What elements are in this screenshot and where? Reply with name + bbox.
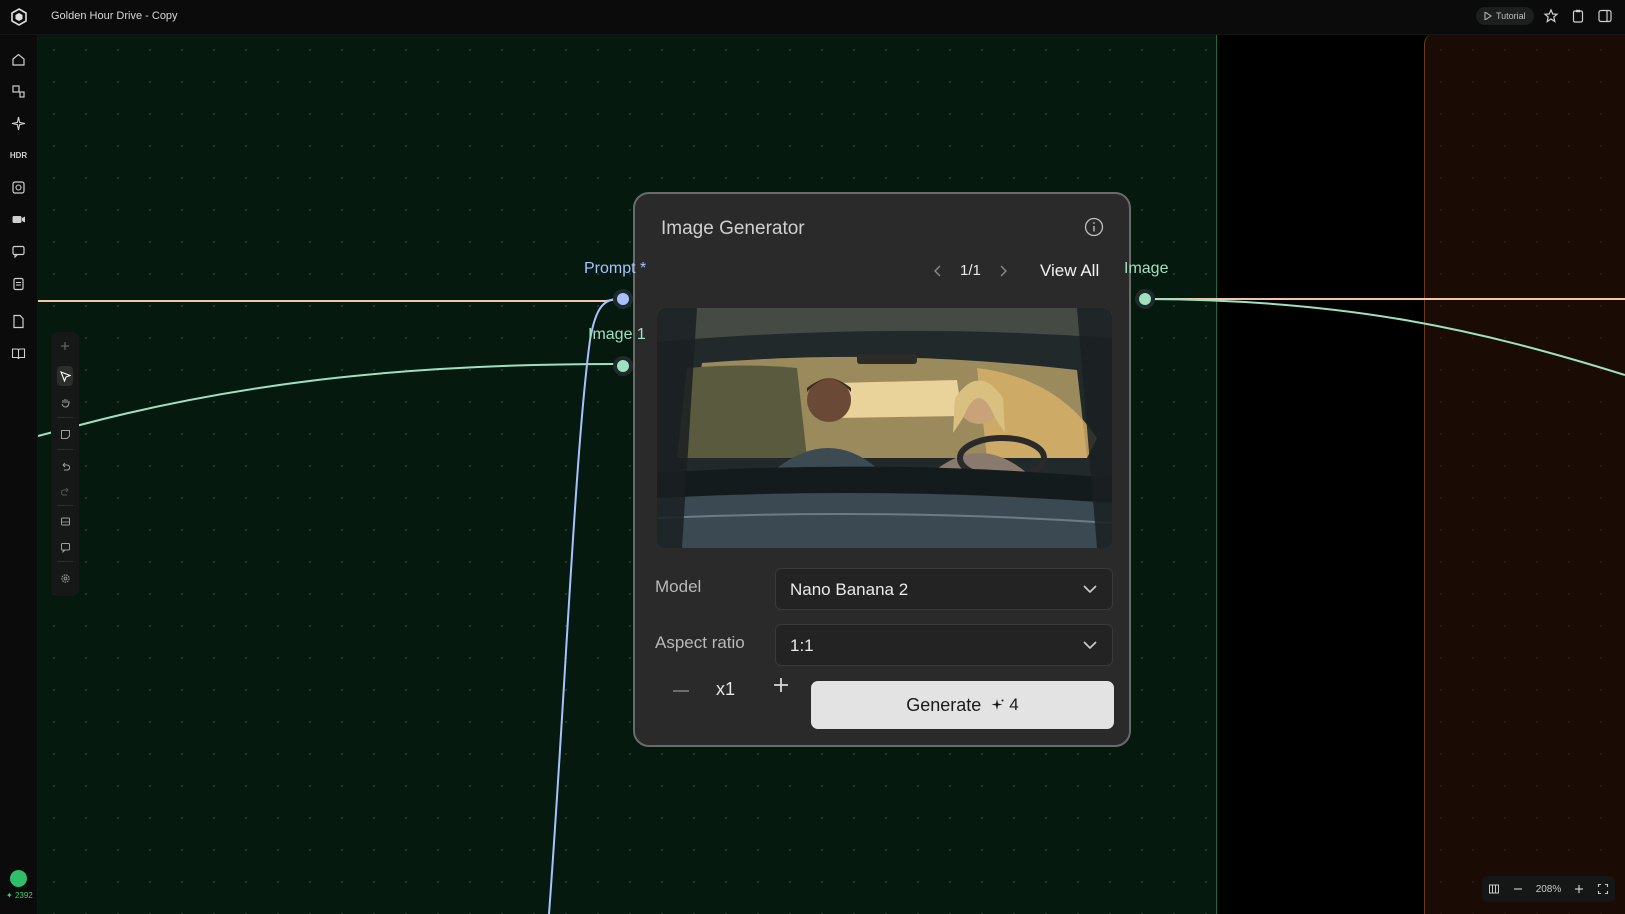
sticky-note-icon[interactable] <box>57 426 73 442</box>
fullscreen-icon[interactable] <box>1597 883 1609 895</box>
decrease-quantity-button[interactable] <box>673 690 689 692</box>
node-title: Image Generator <box>661 218 805 239</box>
pan-icon[interactable] <box>57 394 73 410</box>
tutorial-button[interactable]: Tutorial <box>1476 7 1534 25</box>
image-output-port[interactable] <box>1135 289 1155 309</box>
left-sidebar: HDR <box>0 34 38 914</box>
info-icon[interactable] <box>1084 217 1104 237</box>
app-logo-icon[interactable] <box>10 8 28 26</box>
zoom-controls: 208% <box>1482 876 1615 902</box>
zoom-in-icon[interactable] <box>1573 883 1585 895</box>
hdr-icon[interactable]: HDR <box>10 148 27 163</box>
canvas-board-orange[interactable] <box>1424 34 1625 914</box>
video-icon[interactable] <box>11 212 26 227</box>
nodes-icon[interactable] <box>11 84 26 99</box>
generate-cost: 4 <box>991 695 1019 715</box>
undo-icon[interactable] <box>57 458 73 474</box>
home-icon[interactable] <box>11 52 26 67</box>
output-port-label: Image <box>1124 260 1169 277</box>
image-input-port[interactable] <box>613 356 633 376</box>
aspect-ratio-select[interactable]: 1:1 <box>775 624 1113 666</box>
tutorial-label: Tutorial <box>1496 11 1526 21</box>
canvas-toolbar <box>51 332 79 596</box>
panel-toggle-icon[interactable] <box>1597 8 1613 24</box>
generate-label: Generate <box>906 694 982 715</box>
map-icon[interactable] <box>1488 883 1500 895</box>
sparkle-icon[interactable] <box>11 116 26 131</box>
frame-icon[interactable] <box>11 180 26 195</box>
prompt-input-port[interactable] <box>613 289 633 309</box>
canvas-gap <box>1217 34 1424 914</box>
document-icon[interactable] <box>11 314 26 329</box>
increase-quantity-button[interactable] <box>772 676 790 694</box>
quantity-value: x1 <box>716 679 736 699</box>
chevron-left-icon[interactable] <box>932 264 944 278</box>
generate-cost-value: 4 <box>1009 695 1019 714</box>
user-avatar[interactable] <box>10 870 27 887</box>
model-value: Nano Banana 2 <box>790 580 909 599</box>
aspect-ratio-label: Aspect ratio <box>655 633 745 652</box>
car-interior-image <box>657 308 1112 548</box>
clipboard-icon[interactable] <box>1570 8 1586 24</box>
aspect-ratio-value: 1:1 <box>790 636 814 655</box>
zoom-level: 208% <box>1535 883 1562 895</box>
credits-count: ✦ 2392 <box>6 891 33 900</box>
credits-value: 2392 <box>14 891 33 900</box>
sparkle-icon <box>991 699 1004 710</box>
image-port-label: Image 1 <box>588 326 646 343</box>
zoom-out-icon[interactable] <box>1512 883 1524 895</box>
generate-button[interactable]: Generate 4 <box>811 681 1114 729</box>
chevron-down-icon <box>1083 585 1097 594</box>
comment-icon[interactable] <box>57 539 73 555</box>
book-icon[interactable] <box>11 346 26 361</box>
settings-icon[interactable] <box>57 570 73 586</box>
view-all-button[interactable]: View All <box>1040 261 1099 281</box>
model-select[interactable]: Nano Banana 2 <box>775 568 1113 610</box>
redo-icon[interactable] <box>57 483 73 499</box>
play-icon <box>1484 12 1492 20</box>
media-icon[interactable] <box>57 513 73 529</box>
prompt-port-label: Prompt * <box>584 260 647 277</box>
chevron-right-icon[interactable] <box>997 264 1009 278</box>
result-pager: 1/1 <box>932 262 1009 279</box>
star-icon[interactable] <box>1543 8 1559 24</box>
model-label: Model <box>655 577 702 596</box>
chat-icon[interactable] <box>11 244 26 259</box>
clipboard-list-icon[interactable] <box>11 276 26 291</box>
chevron-down-icon <box>1083 641 1097 650</box>
add-icon[interactable] <box>57 338 73 354</box>
pager-count: 1/1 <box>960 262 981 279</box>
project-title[interactable]: Golden Hour Drive - Copy <box>51 10 178 22</box>
image-generator-node[interactable]: Image Generator 1/1 View All Model Nano … <box>633 192 1131 747</box>
generated-image-preview[interactable] <box>657 308 1112 548</box>
select-icon[interactable] <box>57 366 73 386</box>
top-bar: Golden Hour Drive - Copy Tutorial <box>0 0 1625 35</box>
